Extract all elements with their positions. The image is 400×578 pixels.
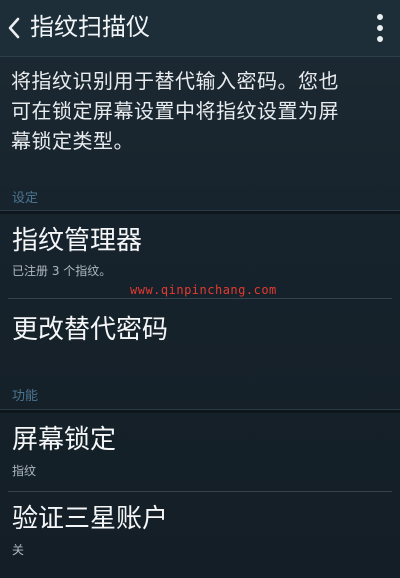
row-title: 更改替代密码 xyxy=(12,315,169,345)
row-title: 屏幕锁定 xyxy=(12,425,117,455)
more-options-button[interactable] xyxy=(368,10,392,46)
description-text: 将指纹识别用于替代输入密码。您也 可在锁定屏幕设置中将指纹设置为屏 幕锁定类型。 xyxy=(11,66,395,156)
change-backup-password-row[interactable]: 更改替代密码 xyxy=(0,299,400,372)
screen-lock-row[interactable]: 屏幕锁定 指纹 xyxy=(0,413,400,491)
screen: 指纹扫描仪 将指纹识别用于替代输入密码。您也 可在锁定屏幕设置中将指纹设置为屏 … xyxy=(0,0,400,578)
section-header-features: 功能 xyxy=(12,389,39,404)
chevron-left-icon xyxy=(8,17,20,39)
row-title: 指纹管理器 xyxy=(12,226,143,256)
watermark-text: www.qinpinchang.com xyxy=(130,283,277,297)
verify-samsung-account-row[interactable]: 验证三星账户 关 xyxy=(0,492,400,578)
overflow-vertical-icon xyxy=(377,14,383,42)
description-line: 幕锁定类型。 xyxy=(11,129,134,153)
section-header-settings: 设定 xyxy=(12,191,39,206)
page-title: 指纹扫描仪 xyxy=(30,13,150,41)
back-button[interactable]: 指纹扫描仪 xyxy=(0,0,170,56)
row-subtitle: 指纹 xyxy=(12,464,37,478)
row-title: 验证三星账户 xyxy=(12,504,169,534)
description-line: 将指纹识别用于替代输入密码。您也 xyxy=(11,69,339,93)
row-subtitle: 关 xyxy=(12,543,25,557)
description-line: 可在锁定屏幕设置中将指纹设置为屏 xyxy=(11,99,339,123)
action-bar: 指纹扫描仪 xyxy=(0,0,400,57)
row-subtitle: 已注册 3 个指纹。 xyxy=(12,264,112,278)
